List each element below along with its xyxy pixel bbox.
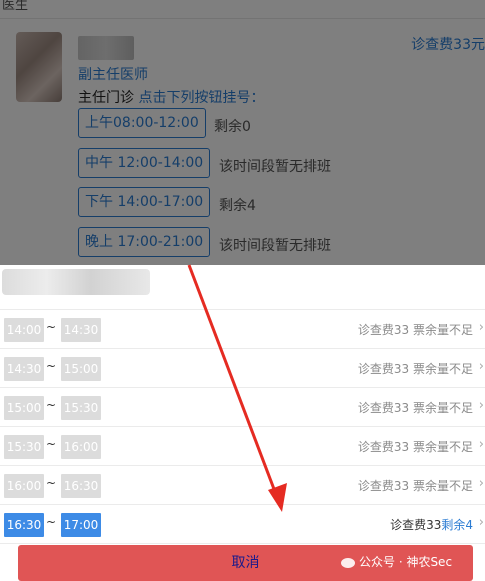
- slot-start-time: 14:30: [4, 357, 44, 381]
- time-slot-sheet: 14:00 ~ 14:30 诊查费33 票余量不足 › 14:30 ~ 15:0…: [0, 265, 485, 581]
- chevron-right-icon: ›: [478, 398, 484, 413]
- chevron-right-icon: ›: [478, 359, 484, 374]
- chevron-right-icon: ›: [478, 437, 484, 452]
- slot-start-time: 16:30: [4, 513, 44, 537]
- slot-status: 诊查费33 票余量不足: [357, 479, 473, 493]
- slot-status: 诊查费33剩余4: [390, 516, 473, 533]
- time-slot-row[interactable]: 16:00 ~ 16:30 诊查费33 票余量不足 ›: [0, 466, 485, 505]
- slot-status: 诊查费33 票余量不足: [357, 362, 473, 376]
- wechat-icon: [341, 557, 355, 568]
- slot-end-time: 17:00: [61, 513, 101, 537]
- time-slot-row[interactable]: 15:00 ~ 15:30 诊查费33 票余量不足 ›: [0, 388, 485, 427]
- chevron-right-icon: ›: [478, 515, 484, 530]
- time-slot-row[interactable]: 14:30 ~ 15:00 诊查费33 票余量不足 ›: [0, 349, 485, 388]
- chevron-right-icon: ›: [478, 320, 484, 335]
- watermark: 公众号 · 神农Sec: [341, 553, 452, 570]
- slot-start-time: 14:00: [4, 318, 44, 342]
- slot-end-time: 15:00: [61, 357, 101, 381]
- slot-status: 诊查费33 票余量不足: [357, 401, 473, 415]
- range-separator: ~: [46, 515, 57, 529]
- slot-start-time: 16:00: [4, 474, 44, 498]
- time-slot-row-available[interactable]: 16:30 ~ 17:00 诊查费33剩余4 ›: [0, 505, 485, 544]
- slot-status: 诊查费33 票余量不足: [357, 440, 473, 454]
- slot-fee: 诊查费33: [390, 518, 442, 532]
- range-separator: ~: [46, 437, 57, 451]
- sheet-title-blurred: [2, 269, 150, 295]
- slot-start-time: 15:30: [4, 435, 44, 459]
- chevron-right-icon: ›: [478, 476, 484, 491]
- slot-end-time: 16:30: [61, 474, 101, 498]
- slot-end-time: 16:00: [61, 435, 101, 459]
- time-slot-row[interactable]: 15:30 ~ 16:00 诊查费33 票余量不足 ›: [0, 427, 485, 466]
- range-separator: ~: [46, 359, 57, 373]
- slot-end-time: 14:30: [61, 318, 101, 342]
- slot-remaining: 剩余4: [441, 518, 473, 532]
- slot-end-time: 15:30: [61, 396, 101, 420]
- slot-start-time: 15:00: [4, 396, 44, 420]
- time-slot-row[interactable]: 14:00 ~ 14:30 诊查费33 票余量不足 ›: [0, 310, 485, 349]
- watermark-text: 公众号 · 神农Sec: [359, 555, 453, 569]
- range-separator: ~: [46, 398, 57, 412]
- slot-status: 诊查费33 票余量不足: [357, 323, 473, 337]
- range-separator: ~: [46, 476, 57, 490]
- range-separator: ~: [46, 320, 57, 334]
